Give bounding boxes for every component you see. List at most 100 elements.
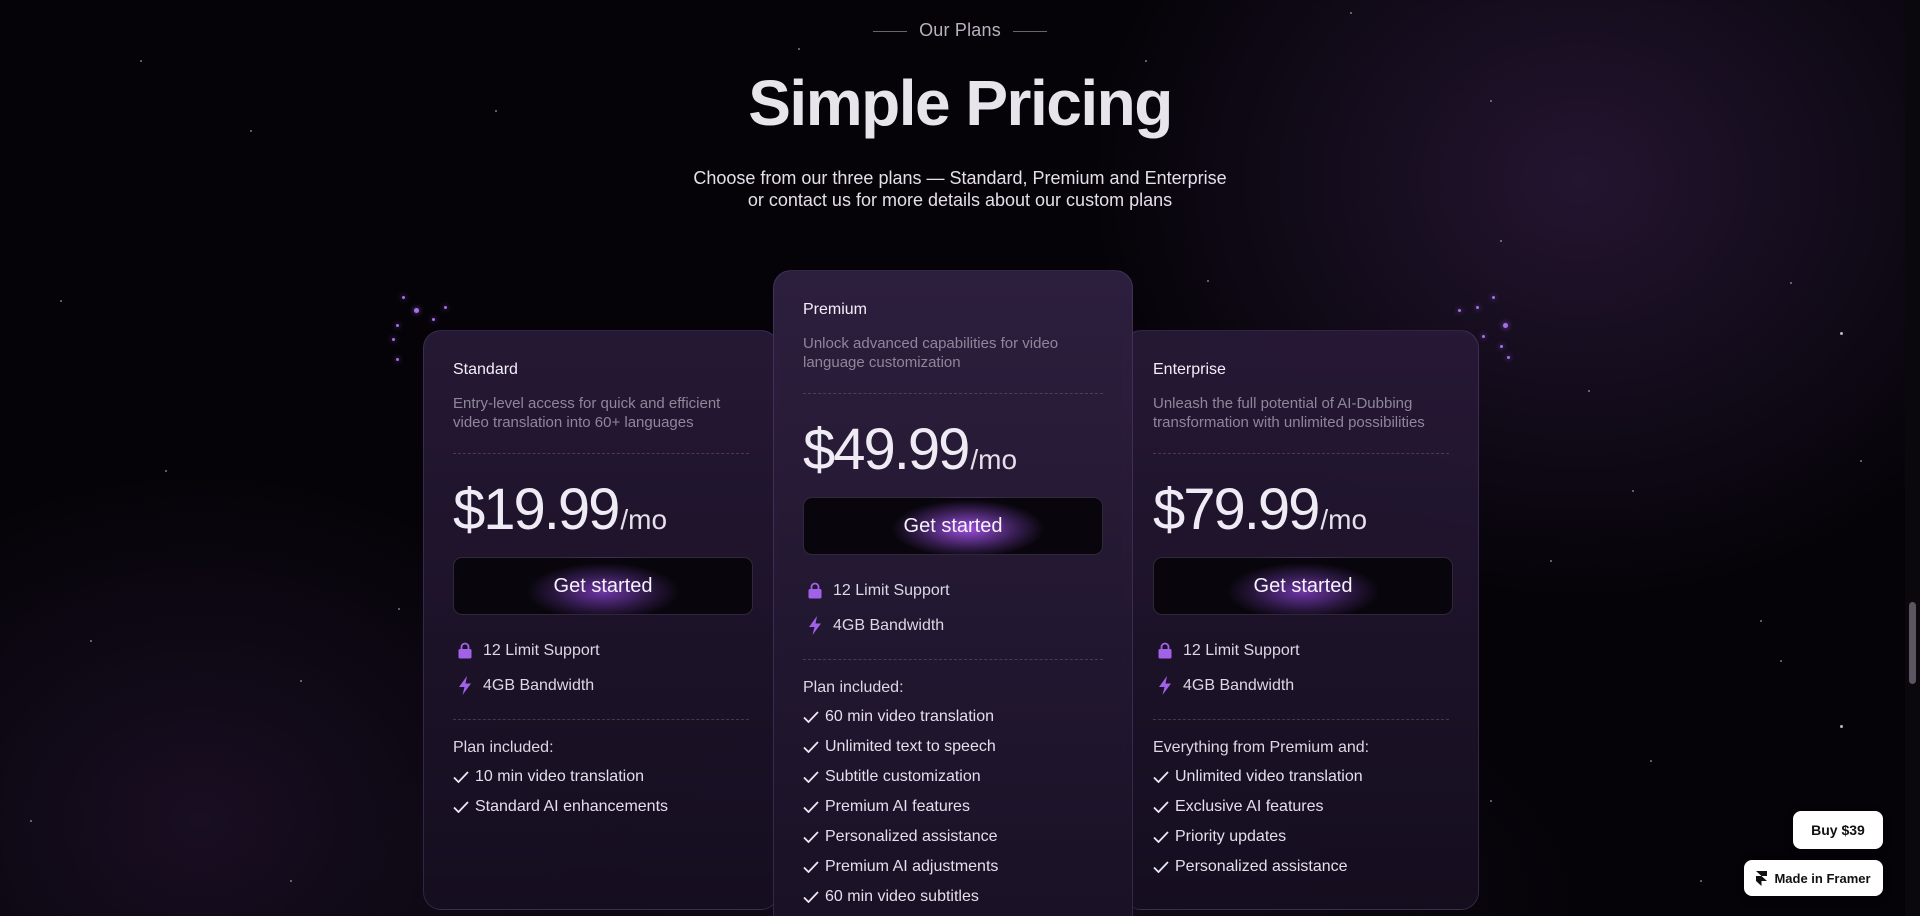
lock-icon <box>803 582 827 599</box>
plan-description: Unlock advanced capabilities for video l… <box>803 334 1103 372</box>
eyebrow-line-right <box>1012 30 1047 32</box>
subtitle-line: or contact us for more details about our… <box>747 190 1173 210</box>
checkmark-icon <box>803 771 825 783</box>
page-title: Simple Pricing <box>748 67 1173 139</box>
subtitle-line: Choose from our three plans — Standard, … <box>693 168 1227 188</box>
plan-price: $79.99/mo <box>1153 476 1449 543</box>
feature-item: Unlimited text to speech <box>803 732 1103 762</box>
feature-label: Premium AI features <box>825 798 970 815</box>
feature-item: Standard AI enhancements <box>453 792 749 822</box>
plan-name: Enterprise <box>1153 361 1226 378</box>
framer-logo-icon <box>1756 870 1768 886</box>
buy-template-button[interactable]: Buy $39 <box>1793 811 1883 849</box>
price-amount: $19.99 <box>453 477 620 542</box>
checkmark-icon <box>1153 771 1175 783</box>
eyebrow-label: Our Plans <box>919 20 1001 40</box>
plan-description-line: Unleash the full potential of AI-Dubbing <box>1153 395 1413 412</box>
feature-label: Premium AI adjustments <box>825 858 999 875</box>
resource-label: 12 Limit Support <box>483 641 600 659</box>
price-period: /mo <box>970 444 1018 475</box>
divider <box>1153 453 1449 454</box>
plan-description-line: video translation into 60+ languages <box>453 414 694 431</box>
checkmark-icon <box>803 801 825 813</box>
lightning-bolt-icon <box>803 616 827 635</box>
plan-price: $49.99/mo <box>803 416 1103 483</box>
checkmark-icon <box>453 801 475 813</box>
get-started-button[interactable]: Get started <box>1153 557 1453 615</box>
checkmark-icon <box>1153 801 1175 813</box>
price-period: /mo <box>620 504 668 535</box>
divider <box>803 393 1103 394</box>
plan-description: Unleash the full potential of AI-Dubbing… <box>1153 394 1449 432</box>
resource-item: 12 Limit Support <box>1153 633 1449 668</box>
plan-card-standard: Standard Entry-level access for quick an… <box>423 330 779 910</box>
checkmark-icon <box>803 831 825 843</box>
resource-list: 12 Limit Support 4GB Bandwidth <box>453 633 749 703</box>
feature-label: Personalized assistance <box>825 828 998 845</box>
get-started-button[interactable]: Get started <box>453 557 753 615</box>
feature-item: Exclusive AI features <box>1153 792 1449 822</box>
checkmark-icon <box>453 771 475 783</box>
resource-label: 4GB Bandwidth <box>833 616 945 634</box>
page-scrollbar[interactable] <box>1905 0 1920 916</box>
checkmark-icon <box>803 741 825 753</box>
feature-item: 60 min video translation <box>803 702 1103 732</box>
price-amount: $49.99 <box>803 417 970 482</box>
plan-price: $19.99/mo <box>453 476 749 543</box>
lightning-bolt-icon <box>1153 676 1177 695</box>
resource-item: 4GB Bandwidth <box>803 608 1103 643</box>
made-in-framer-badge[interactable]: Made in Framer <box>1744 860 1883 896</box>
feature-label: Priority updates <box>1175 828 1287 845</box>
resource-list: 12 Limit Support 4GB Bandwidth <box>1153 633 1449 703</box>
scrollbar-thumb[interactable] <box>1909 602 1916 684</box>
feature-list: 10 min video translation Standard AI enh… <box>453 762 749 822</box>
feature-item: Premium AI features <box>803 792 1103 822</box>
get-started-button[interactable]: Get started <box>803 497 1103 555</box>
resource-label: 4GB Bandwidth <box>1183 676 1295 694</box>
eyebrow-line-left <box>873 30 908 32</box>
plan-description-line: Entry-level access for quick and efficie… <box>453 395 721 412</box>
resource-item: 12 Limit Support <box>803 573 1103 608</box>
feature-label: Unlimited text to speech <box>825 738 996 755</box>
checkmark-icon <box>803 891 825 903</box>
lightning-bolt-icon <box>453 676 477 695</box>
feature-label: Subtitle customization <box>825 768 981 785</box>
lock-icon <box>1153 642 1177 659</box>
feature-item: Subtitle customization <box>803 762 1103 792</box>
plan-name: Premium <box>803 301 868 318</box>
divider <box>453 453 749 454</box>
resource-label: 12 Limit Support <box>833 581 950 599</box>
checkmark-icon <box>1153 831 1175 843</box>
made-in-framer-label: Made in Framer <box>1774 870 1871 886</box>
feature-item: Personalized assistance <box>1153 852 1449 882</box>
resource-label: 4GB Bandwidth <box>483 676 595 694</box>
divider <box>453 719 749 720</box>
feature-label: Unlimited video translation <box>1175 768 1363 785</box>
included-title: Plan included: <box>803 679 904 696</box>
feature-label: Standard AI enhancements <box>475 798 669 815</box>
plan-description-line: language customization <box>803 354 961 371</box>
plan-card-premium: Premium Unlock advanced capabilities for… <box>773 270 1133 916</box>
feature-label: 60 min video subtitles <box>825 888 979 905</box>
feature-item: 60 min video subtitles <box>803 882 1103 912</box>
plan-description: Entry-level access for quick and efficie… <box>453 394 749 432</box>
plan-card-enterprise: Enterprise Unleash the full potential of… <box>1123 330 1479 910</box>
included-title: Plan included: <box>453 739 554 756</box>
checkmark-icon <box>803 711 825 723</box>
feature-item: Priority updates <box>1153 822 1449 852</box>
feature-label: 10 min video translation <box>475 768 644 785</box>
feature-item: 10 min video translation <box>453 762 749 792</box>
feature-list: Unlimited video translation Exclusive AI… <box>1153 762 1449 882</box>
resource-item: 4GB Bandwidth <box>453 668 749 703</box>
plan-name: Standard <box>453 361 518 378</box>
included-title: Everything from Premium and: <box>1153 739 1370 756</box>
feature-list: 60 min video translation Unlimited text … <box>803 702 1103 912</box>
feature-label: Exclusive AI features <box>1175 798 1324 815</box>
page-subtitle: Choose from our three plans — Standard, … <box>0 167 1920 211</box>
price-period: /mo <box>1320 504 1368 535</box>
resource-label: 12 Limit Support <box>1183 641 1300 659</box>
resource-item: 12 Limit Support <box>453 633 749 668</box>
checkmark-icon <box>803 861 825 873</box>
price-amount: $79.99 <box>1153 477 1320 542</box>
feature-item: Premium AI adjustments <box>803 852 1103 882</box>
